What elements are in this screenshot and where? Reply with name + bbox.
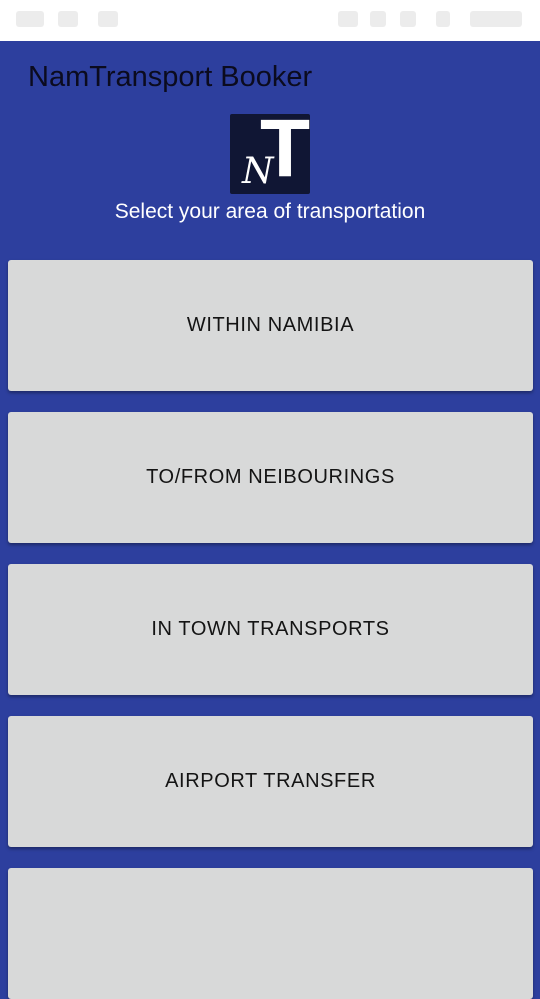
app-logo: T N [230, 114, 310, 194]
signal-icon [16, 11, 44, 27]
in-town-transports-button[interactable]: IN TOWN TRANSPORTS [8, 564, 533, 695]
network-icon [370, 11, 386, 27]
status-bar [0, 0, 540, 41]
message-icon [98, 11, 118, 27]
app-title: NamTransport Booker [28, 61, 313, 93]
airport-transfer-button[interactable]: AIRPORT TRANSFER [8, 716, 533, 847]
warning-icon [58, 11, 78, 27]
wifi-icon [338, 11, 358, 27]
app-header: NamTransport Booker T N Select your area… [0, 41, 540, 241]
battery-icon [436, 11, 450, 27]
cellular-icon [400, 11, 416, 27]
within-namibia-button[interactable]: WITHIN NAMIBIA [8, 260, 533, 391]
logo-letter-n: N [242, 151, 274, 192]
area-selection-prompt: Select your area of transportation [114, 200, 426, 223]
partially-visible-option-button[interactable] [8, 868, 533, 999]
clock-icon [470, 11, 522, 27]
to-from-neighbourings-button[interactable]: TO/FROM NEIBOURINGS [8, 412, 533, 543]
